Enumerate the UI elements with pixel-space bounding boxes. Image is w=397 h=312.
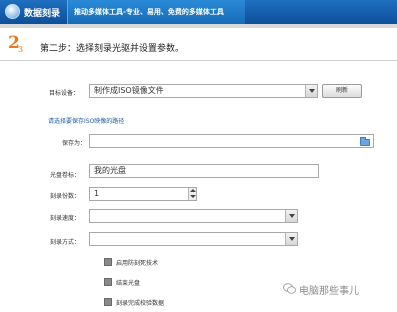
watermark-text: 电脑那些事儿: [299, 286, 359, 297]
chevron-down-icon[interactable]: [285, 233, 297, 245]
speed-label: 刻录速度：: [50, 215, 81, 222]
device-label: 目标设备：: [49, 90, 80, 97]
top-bar: 数据刻录 推动多媒体工具-专业、易用、免费的多媒体工具: [0, 0, 397, 24]
header-underline: [0, 24, 397, 28]
burnproof-checkbox[interactable]: [104, 258, 112, 266]
volume-input[interactable]: 我的光盘: [89, 164, 319, 178]
save-path-note: 请选择要保存ISO映像的路径: [48, 118, 125, 125]
divider: [0, 60, 397, 61]
copies-value: 1: [94, 189, 100, 198]
step-total: 3: [18, 45, 24, 54]
save-as-input[interactable]: [89, 134, 374, 148]
verify-checkbox[interactable]: [104, 298, 112, 306]
chevron-down-icon[interactable]: [285, 210, 297, 222]
mode-select[interactable]: [89, 232, 298, 246]
refresh-button[interactable]: 刷新: [322, 84, 362, 98]
device-select[interactable]: 制作成ISO镜像文件: [89, 84, 318, 98]
mode-label: 刻录方式：: [50, 239, 81, 246]
chevron-down-icon[interactable]: [305, 85, 317, 97]
app-title: 数据刻录: [24, 9, 61, 19]
copies-label: 刻录份数：: [50, 193, 81, 200]
copies-stepper[interactable]: 1: [89, 187, 197, 201]
folder-icon[interactable]: [360, 137, 370, 146]
spinner-arrows-icon[interactable]: [188, 188, 196, 200]
slogan-tab[interactable]: 推动多媒体工具-专业、易用、免费的多媒体工具: [67, 0, 245, 24]
wechat-icon: [283, 283, 296, 294]
device-value: 制作成ISO镜像文件: [94, 86, 164, 95]
disc-icon: [5, 4, 20, 19]
burnproof-label: 启用防刻死技术: [116, 260, 159, 267]
verify-label: 刻录完成校验数据: [116, 300, 165, 307]
volume-label: 光盘卷标：: [50, 172, 81, 179]
speed-select[interactable]: [89, 209, 298, 223]
save-as-label: 保存为：: [62, 140, 87, 147]
step-title: 第二步：选择刻录光驱并设置参数。: [40, 44, 185, 54]
finalize-checkbox[interactable]: [104, 278, 112, 286]
finalize-label: 结束光盘: [116, 280, 141, 287]
